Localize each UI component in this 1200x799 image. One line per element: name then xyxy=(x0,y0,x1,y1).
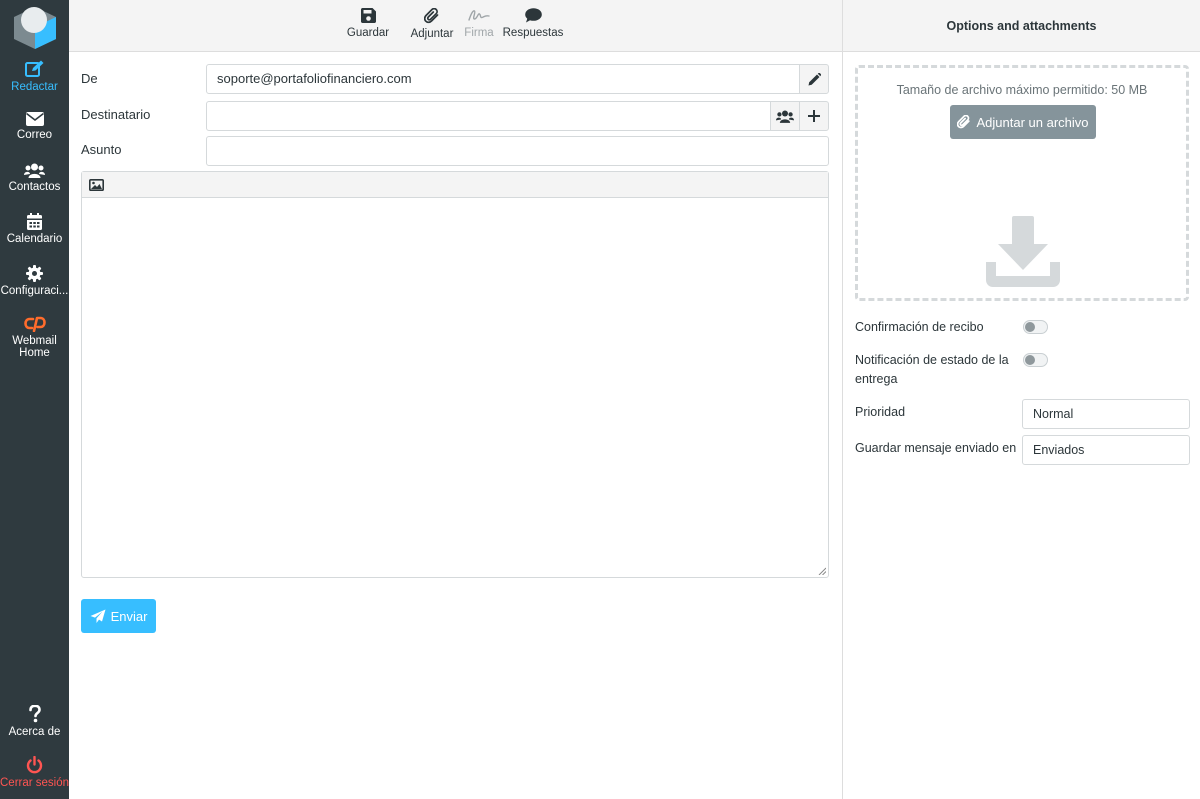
paperclip-icon xyxy=(424,8,439,24)
sidebar-item-label: Acerca de xyxy=(8,726,61,738)
receipt-label: Confirmación de recibo xyxy=(855,320,984,334)
roundcube-logo xyxy=(14,7,56,49)
sidebar-item-mail[interactable]: Correo xyxy=(0,112,69,141)
priority-select[interactable]: Normal xyxy=(1022,399,1190,429)
attachment-dropzone[interactable]: Tamaño de archivo máximo permitido: 50 M… xyxy=(855,65,1189,301)
dsn-label-line-2: entrega xyxy=(855,372,898,386)
send-label: Enviar xyxy=(110,608,148,624)
sidebar-item-compose[interactable]: Redactar xyxy=(0,60,69,93)
subject-label: Asunto xyxy=(81,142,122,157)
dsn-label-line-1: Notificación de estado de la xyxy=(855,353,1009,367)
comment-icon xyxy=(524,8,542,23)
subject-input[interactable] xyxy=(206,136,829,166)
paperclip-icon xyxy=(957,115,971,129)
sidebar-item-calendar[interactable]: Calendario xyxy=(0,213,69,245)
save-sent-label: Guardar mensaje enviado en xyxy=(855,441,1017,455)
sidebar-item-contacts[interactable]: Contactos xyxy=(0,163,69,193)
responses-label: Respuestas xyxy=(502,27,564,39)
compose-toolbar: Guardar Adjuntar Firma Respuestas xyxy=(69,0,842,52)
message-editor[interactable] xyxy=(81,171,829,578)
attach-file-button[interactable]: Adjuntar un archivo xyxy=(950,105,1096,139)
address-book-button[interactable] xyxy=(770,101,800,131)
signature-label: Firma xyxy=(464,27,494,39)
edit-identity-button[interactable] xyxy=(799,64,829,94)
sidebar: Redactar Correo Contactos Calendario Con… xyxy=(0,0,69,799)
question-icon xyxy=(28,705,41,723)
sidebar-item-webmail-home[interactable]: Webmail Home xyxy=(0,316,69,359)
responses-button[interactable]: Respuestas xyxy=(501,8,565,39)
dsn-toggle[interactable] xyxy=(1023,353,1048,367)
from-field[interactable]: soporte@portafoliofinanciero.com xyxy=(206,64,800,94)
send-button[interactable]: Enviar xyxy=(81,599,156,633)
plus-icon xyxy=(808,110,820,122)
receipt-toggle[interactable] xyxy=(1023,320,1048,334)
max-file-size: Tamaño de archivo máximo permitido: 50 M… xyxy=(896,83,1148,97)
gear-icon xyxy=(26,265,43,282)
sidebar-item-label: Redactar xyxy=(11,81,58,93)
attach-file-label: Adjuntar un archivo xyxy=(976,114,1089,130)
priority-label: Prioridad xyxy=(855,405,906,419)
dsn-label: Notificación de estado de la entrega xyxy=(855,351,1009,389)
sidebar-item-label: Correo xyxy=(16,129,53,141)
save-label: Guardar xyxy=(346,27,390,39)
pencil-icon xyxy=(808,72,821,85)
resize-handle-icon[interactable] xyxy=(818,567,826,575)
to-input[interactable] xyxy=(206,101,771,131)
attach-button[interactable]: Adjuntar xyxy=(407,8,457,40)
save-button[interactable]: Guardar xyxy=(344,8,392,39)
calendar-icon xyxy=(27,213,42,230)
sidebar-item-about[interactable]: Acerca de xyxy=(0,705,69,738)
image-icon[interactable] xyxy=(89,178,104,191)
sidebar-item-label-2: Home xyxy=(19,347,50,359)
cpanel-icon xyxy=(23,316,46,332)
to-label: Destinatario xyxy=(81,107,151,122)
floppy-disk-icon xyxy=(360,8,376,23)
sidebar-item-label: Configuraci... xyxy=(0,285,69,297)
attach-label: Adjuntar xyxy=(410,28,454,40)
sidebar-item-label: Webmail xyxy=(12,335,57,347)
sidebar-item-logout[interactable]: Cerrar sesión xyxy=(0,756,69,789)
editor-toolbar xyxy=(82,172,828,198)
sidebar-item-label: Cerrar sesión xyxy=(0,777,69,789)
signature-icon xyxy=(468,10,490,21)
add-header-button[interactable] xyxy=(799,101,829,131)
users-icon xyxy=(24,163,45,178)
paper-plane-icon xyxy=(90,609,106,623)
sidebar-item-label: Calendario xyxy=(6,233,63,245)
power-icon xyxy=(26,756,43,774)
sidebar-item-settings[interactable]: Configuraci... xyxy=(0,265,69,297)
compose-icon xyxy=(25,60,44,77)
options-panel-title: Options and attachments xyxy=(842,0,1200,52)
from-label: De xyxy=(81,71,98,86)
envelope-icon xyxy=(25,112,44,126)
users-icon xyxy=(776,110,794,123)
download-icon xyxy=(986,216,1060,287)
sidebar-item-label: Contactos xyxy=(8,181,61,193)
signature-button[interactable]: Firma xyxy=(461,8,497,39)
save-sent-select[interactable]: Enviados xyxy=(1022,435,1190,465)
